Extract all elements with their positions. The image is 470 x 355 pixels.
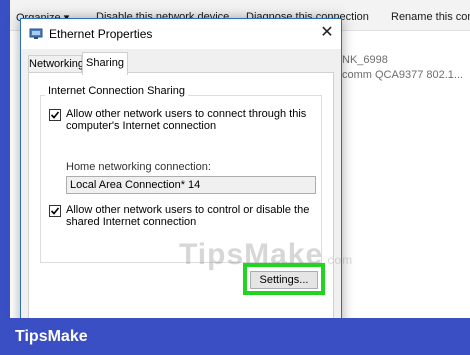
allow-control-row[interactable]: Allow other network users to control or … [49, 204, 314, 228]
rename-connection-button[interactable]: Rename this con [391, 11, 470, 23]
allow-connect-row[interactable]: Allow other network users to connect thr… [49, 108, 314, 132]
brand-bar: TipsMake [0, 318, 470, 355]
watermark-suffix: .com [323, 253, 354, 267]
allow-connect-label: Allow other network users to connect thr… [66, 108, 307, 132]
settings-button[interactable]: Settings... [250, 271, 318, 289]
checkmark-icon [50, 111, 60, 119]
home-connection-field[interactable]: Local Area Connection* 14 [66, 176, 316, 194]
checkmark-icon [50, 207, 60, 215]
tab-sharing[interactable]: Sharing [82, 52, 128, 75]
ethernet-properties-dialog: Ethernet Properties ✕ Networking Sharing… [20, 18, 352, 344]
allow-connect-checkbox[interactable] [49, 109, 61, 121]
home-connection-label: Home networking connection: [66, 161, 211, 173]
dialog-title: Ethernet Properties [49, 27, 153, 41]
sharing-tab-page: Allow other network users to connect thr… [28, 72, 352, 344]
network-adapter-icon [29, 27, 43, 41]
tab-networking[interactable]: Networking [28, 55, 84, 73]
allow-control-checkbox[interactable] [49, 205, 61, 217]
adapter-name: NK_6998 [342, 54, 388, 66]
brand-logo-text: TipsMake [15, 328, 88, 345]
adapter-description: comm QCA9377 802.1... [342, 69, 464, 81]
group-title: Internet Connection Sharing [45, 85, 188, 97]
allow-control-label: Allow other network users to control or … [66, 204, 310, 228]
dialog-titlebar: Ethernet Properties ✕ [21, 19, 341, 49]
close-button[interactable]: ✕ [313, 19, 341, 49]
